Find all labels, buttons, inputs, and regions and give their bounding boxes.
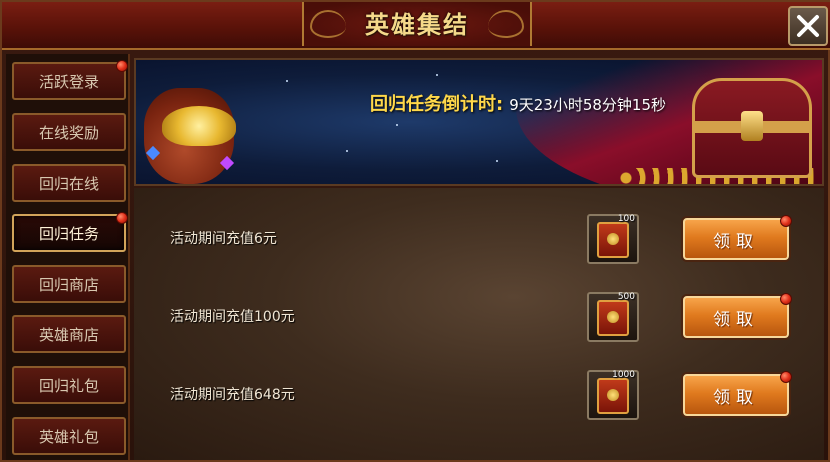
sidebar-item-return-gift[interactable]: 回归礼包	[12, 366, 126, 404]
reward-item-slot[interactable]: 500	[587, 292, 639, 342]
sidebar-item-hero-gift[interactable]: 英雄礼包	[12, 417, 126, 455]
notification-dot-icon	[116, 60, 128, 72]
reward-count: 100	[617, 214, 635, 224]
gold-pile	[162, 106, 236, 146]
close-button[interactable]	[788, 6, 828, 46]
countdown-label: 回归任务倒计时:	[370, 94, 504, 115]
claim-button-label: 领取	[713, 387, 759, 408]
task-row: 活动期间充值6元 100 领取	[134, 200, 824, 278]
reward-count: 1000	[612, 370, 635, 380]
claim-button-label: 领取	[713, 309, 759, 330]
claim-button[interactable]: 领取	[683, 215, 792, 260]
scroll-item-icon	[597, 378, 629, 414]
sidebar-item-active-login[interactable]: 活跃登录	[12, 60, 128, 100]
scroll-emblem	[607, 233, 619, 245]
reward-item-slot[interactable]: 100	[587, 214, 639, 264]
sidebar-item-label: 回归礼包	[38, 376, 99, 395]
star-sparkle	[436, 74, 438, 76]
task-description: 活动期间充值6元	[170, 231, 277, 247]
gem-icon	[145, 145, 161, 161]
scroll-emblem	[607, 389, 619, 401]
sidebar-item-return-tasks[interactable]: 回归任务	[12, 212, 128, 252]
sidebar-item-online-reward[interactable]: 在线奖励	[12, 113, 126, 151]
sidebar-item-label: 回归任务	[38, 224, 99, 243]
sidebar-item-label: 英雄商店	[38, 325, 99, 344]
task-list: 活动期间充值6元 100 领取 活动期间充值100元 500 领取 活动期间充值…	[134, 188, 824, 460]
close-icon	[797, 15, 819, 37]
star-sparkle	[496, 160, 498, 162]
title-bar: 英雄集结	[2, 2, 830, 50]
scroll-item-icon	[597, 222, 629, 258]
event-window: 英雄集结 活跃登录 在线奖励 回归在线 回归任务 回归商店 英雄商店 回归礼包	[0, 0, 830, 462]
notification-dot-icon	[780, 371, 792, 383]
sidebar-item-label: 英雄礼包	[38, 427, 99, 446]
task-description: 活动期间充值648元	[170, 387, 295, 403]
scroll-emblem	[607, 311, 619, 323]
sidebar: 活跃登录 在线奖励 回归在线 回归任务 回归商店 英雄商店 回归礼包 英雄礼包	[6, 54, 130, 460]
countdown: 回归任务倒计时: 9天23小时58分钟15秒	[370, 90, 666, 120]
reward-count: 500	[617, 292, 635, 302]
countdown-value: 9天23小时58分钟15秒	[509, 96, 667, 114]
star-sparkle	[286, 80, 288, 82]
notification-dot-icon	[116, 212, 128, 224]
sidebar-item-return-online[interactable]: 回归在线	[12, 164, 126, 202]
chest-lock	[741, 111, 763, 141]
event-banner: 回归任务倒计时: 9天23小时58分钟15秒	[134, 58, 824, 186]
notification-dot-icon	[780, 215, 792, 227]
task-description: 活动期间充值100元	[170, 309, 295, 325]
gem-icon	[219, 155, 235, 171]
sidebar-item-label: 在线奖励	[38, 123, 99, 142]
task-row: 活动期间充值100元 500 领取	[134, 278, 824, 356]
star-sparkle	[346, 150, 348, 152]
gold-bag-image	[144, 88, 236, 184]
sidebar-item-return-shop[interactable]: 回归商店	[12, 265, 126, 303]
claim-button[interactable]: 领取	[683, 293, 792, 338]
claim-button-label: 领取	[713, 231, 759, 252]
sidebar-item-hero-shop[interactable]: 英雄商店	[12, 315, 126, 353]
treasure-chest-image	[692, 78, 812, 178]
sidebar-item-label: 回归在线	[38, 174, 99, 193]
star-sparkle	[396, 124, 398, 126]
notification-dot-icon	[780, 293, 792, 305]
scroll-item-icon	[597, 300, 629, 336]
claim-button[interactable]: 领取	[683, 371, 792, 416]
sidebar-item-label: 活跃登录	[38, 72, 99, 91]
sidebar-item-label: 回归商店	[38, 275, 99, 294]
window-title: 英雄集结	[365, 11, 469, 39]
task-row: 活动期间充值648元 1000 领取	[134, 356, 824, 434]
reward-item-slot[interactable]: 1000	[587, 370, 639, 420]
